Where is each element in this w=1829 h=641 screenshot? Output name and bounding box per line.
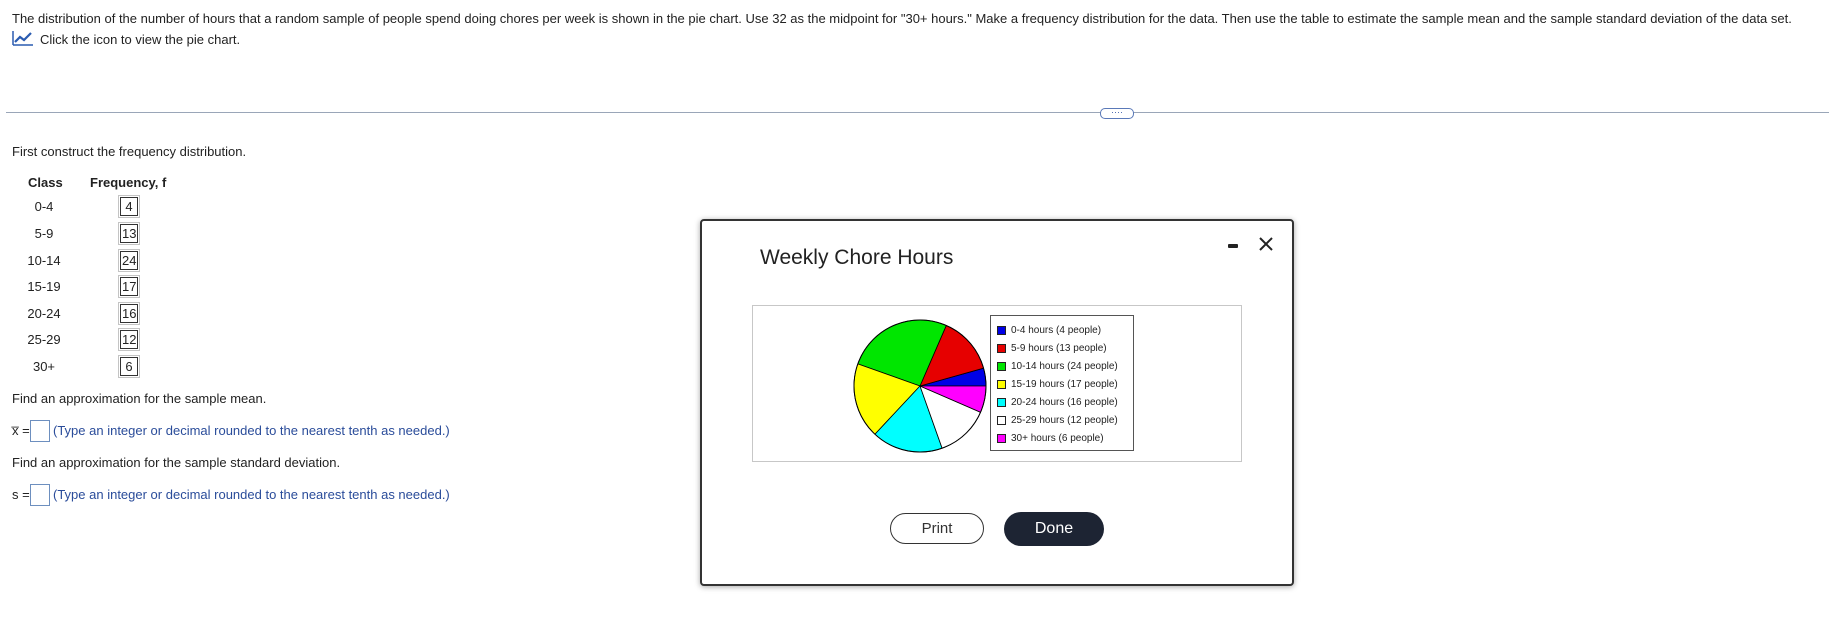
view-pie-chart-label: Click the icon to view the pie chart. bbox=[40, 31, 241, 47]
frequency-cell: 6 bbox=[118, 355, 140, 378]
close-button[interactable] bbox=[1256, 234, 1276, 254]
class-cell: 30+ bbox=[32, 359, 56, 374]
mean-label: x̅ = bbox=[12, 423, 30, 438]
legend-label: 30+ hours (6 people) bbox=[1011, 432, 1104, 444]
legend-swatch bbox=[997, 379, 1006, 389]
legend-swatch bbox=[997, 361, 1006, 371]
chart-legend: 0-4 hours (4 people) 5-9 hours (13 people… bbox=[990, 315, 1134, 451]
legend-item: 5-9 hours (13 people) bbox=[997, 340, 1107, 356]
mean-hint: (Type an integer or decimal rounded to t… bbox=[53, 423, 450, 438]
class-cell: 10-14 bbox=[27, 253, 61, 268]
frequency-cell: 4 bbox=[118, 195, 140, 218]
class-cell: 15-19 bbox=[27, 279, 61, 294]
legend-swatch bbox=[997, 433, 1006, 443]
minimize-icon bbox=[1228, 244, 1238, 248]
section-divider bbox=[6, 112, 1829, 113]
class-cell: 5-9 bbox=[34, 226, 54, 241]
close-icon bbox=[1259, 237, 1273, 251]
line-chart-icon bbox=[12, 30, 34, 49]
legend-swatch bbox=[997, 415, 1006, 425]
frequency-cell: 24 bbox=[117, 249, 141, 272]
legend-swatch bbox=[997, 343, 1006, 353]
sd-label: s = bbox=[12, 487, 30, 502]
mean-answer-input[interactable] bbox=[30, 420, 50, 442]
sd-prompt: Find an approximation for the sample sta… bbox=[12, 455, 341, 470]
frequency-cell: 12 bbox=[117, 328, 141, 351]
legend-label: 25-29 hours (12 people) bbox=[1011, 414, 1118, 426]
legend-item: 10-14 hours (24 people) bbox=[997, 358, 1118, 374]
frequency-cell: 17 bbox=[117, 275, 141, 298]
legend-item: 25-29 hours (12 people) bbox=[997, 412, 1118, 428]
mean-prompt: Find an approximation for the sample mea… bbox=[12, 391, 267, 406]
frequency-column-header: Frequency, f bbox=[90, 175, 167, 190]
expand-more-button[interactable]: ···· bbox=[1100, 108, 1134, 119]
class-cell: 25-29 bbox=[27, 332, 61, 347]
minimize-button[interactable] bbox=[1226, 238, 1242, 254]
legend-item: 15-19 hours (17 people) bbox=[997, 376, 1118, 392]
sd-answer-input[interactable] bbox=[30, 484, 50, 506]
legend-item: 30+ hours (6 people) bbox=[997, 430, 1104, 446]
sd-hint: (Type an integer or decimal rounded to t… bbox=[53, 487, 450, 502]
legend-swatch bbox=[997, 397, 1006, 407]
pie-chart bbox=[853, 319, 987, 453]
legend-label: 0-4 hours (4 people) bbox=[1011, 324, 1102, 336]
legend-label: 10-14 hours (24 people) bbox=[1011, 360, 1118, 372]
done-button[interactable]: Done bbox=[1004, 512, 1104, 546]
legend-item: 20-24 hours (16 people) bbox=[997, 394, 1118, 410]
class-cell: 0-4 bbox=[34, 199, 54, 214]
legend-label: 15-19 hours (17 people) bbox=[1011, 378, 1118, 390]
legend-label: 20-24 hours (16 people) bbox=[1011, 396, 1118, 408]
problem-statement: The distribution of the number of hours … bbox=[12, 11, 1792, 26]
legend-item: 0-4 hours (4 people) bbox=[997, 322, 1101, 338]
dialog-title: Weekly Chore Hours bbox=[760, 246, 954, 269]
frequency-cell: 13 bbox=[117, 222, 141, 245]
class-column-header: Class bbox=[28, 175, 63, 190]
legend-label: 5-9 hours (13 people) bbox=[1011, 342, 1107, 354]
legend-swatch bbox=[997, 325, 1006, 335]
frequency-cell: 16 bbox=[117, 302, 141, 325]
instruction-text: First construct the frequency distributi… bbox=[12, 144, 247, 159]
view-pie-chart-link[interactable]: Click the icon to view the pie chart. bbox=[12, 30, 240, 48]
print-button[interactable]: Print bbox=[890, 513, 984, 544]
class-cell: 20-24 bbox=[27, 306, 61, 321]
